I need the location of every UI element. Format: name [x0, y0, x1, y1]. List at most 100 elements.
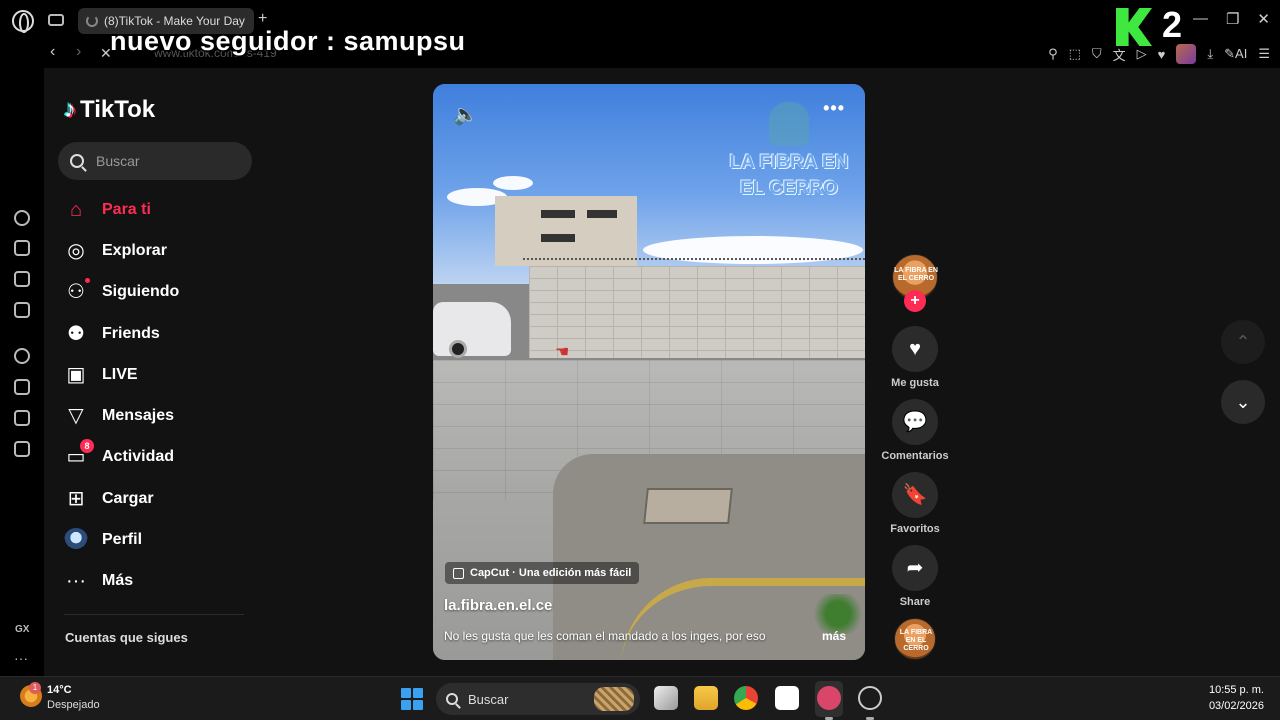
music-disc-avatar[interactable]: LA FIBRA EN EL CERRO	[894, 618, 936, 660]
tab-islands-icon[interactable]	[48, 14, 64, 26]
live-icon: ▣	[66, 364, 86, 386]
nav-item-mensajes[interactable]: ▽ Mensajes	[64, 401, 174, 431]
scroll-down-button[interactable]: ⌄	[1221, 380, 1265, 424]
bookmark-icon: 🔖	[902, 484, 928, 506]
opera-sidebar: GX ···	[0, 68, 44, 676]
nav-item-cargar[interactable]: ⊞ Cargar	[64, 484, 154, 514]
start-button[interactable]	[401, 688, 423, 710]
nav-item-explorar[interactable]: ◎ Explorar	[64, 236, 167, 266]
sidebar-more-button[interactable]: ···	[14, 650, 28, 666]
app-icon[interactable]	[858, 686, 882, 710]
following-icon: ⚇	[64, 278, 90, 304]
activity-icon: ▭ 8	[64, 439, 94, 469]
music-disc-text: LA FIBRA EN EL CERRO	[899, 629, 933, 652]
sidebar-app-icon[interactable]	[14, 210, 30, 226]
shield-icon[interactable]: ⛉	[1092, 46, 1102, 62]
search-highlight-icon	[594, 687, 634, 711]
video-caption: No les gusta que les coman el mandado a …	[444, 629, 766, 643]
scroll-up-button[interactable]: ⌃	[1221, 320, 1265, 364]
nav-label: Mensajes	[102, 407, 175, 424]
comments-button[interactable]: 💬	[892, 399, 938, 445]
send-icon[interactable]: ▷	[1137, 46, 1147, 62]
nav-label: Perfil	[102, 531, 143, 548]
tiktok-note-icon: ♪	[64, 96, 76, 123]
weather-badge: 1	[29, 682, 41, 694]
cloud	[493, 176, 533, 190]
profile-avatar-wrap	[64, 528, 88, 552]
nav-item-live[interactable]: ▣ LIVE	[64, 360, 138, 390]
taskbar-search[interactable]: Buscar	[436, 683, 640, 715]
profile-avatar[interactable]	[1176, 44, 1197, 64]
windows-taskbar: 1 14°C Despejado Buscar 10:55 p. m. 03/0…	[0, 676, 1280, 720]
search-icon	[70, 154, 84, 168]
tiktok-page: ♪ TikTok Buscar ⌂ Para ti ◎ Explorar ⚇ S…	[44, 68, 1280, 676]
opera-gx-icon[interactable]	[817, 686, 841, 710]
nav-item-actividad[interactable]: ▭ 8 Actividad	[64, 439, 174, 472]
back-button[interactable]: ‹	[50, 43, 55, 61]
share-button[interactable]: ➦	[892, 545, 938, 591]
nav-label: Siguiendo	[102, 283, 180, 300]
file-explorer-icon[interactable]	[694, 686, 718, 710]
clock-date[interactable]: 03/02/2026	[1209, 700, 1264, 712]
favorites-button[interactable]: 🔖	[892, 472, 938, 518]
follow-button[interactable]: +	[904, 290, 926, 312]
start-tile	[401, 688, 411, 698]
snapshot-icon[interactable]: ⬚	[1069, 46, 1081, 62]
minimize-button[interactable]: —	[1193, 10, 1208, 28]
video-car	[433, 302, 511, 358]
opera-logo-icon[interactable]	[12, 10, 34, 33]
capcut-anchor[interactable]: CapCut · Una edición más fácil	[445, 562, 640, 584]
nav-item-friends[interactable]: ⚉ Friends	[64, 319, 160, 349]
building-window	[541, 234, 575, 242]
nav-item-siguiendo[interactable]: ⚇ Siguiendo	[64, 277, 179, 307]
sidebar-app-icon[interactable]	[14, 410, 30, 426]
caption-more-button[interactable]: más	[822, 629, 846, 643]
messages-icon: ▽	[68, 405, 84, 427]
download-icon[interactable]: ⤓	[1207, 46, 1213, 62]
gx-button[interactable]: GX	[15, 624, 29, 635]
task-view-icon[interactable]	[654, 686, 678, 710]
video-fence	[523, 258, 865, 266]
translate-icon[interactable]: 文	[1113, 45, 1126, 64]
favorites-label: Favoritos	[890, 523, 940, 535]
sidebar-app-icon[interactable]	[14, 271, 30, 287]
sidebar-app-icon[interactable]	[14, 302, 30, 318]
chrome-icon[interactable]	[734, 686, 758, 710]
forward-button[interactable]: ›	[76, 43, 81, 61]
capcut-icon	[453, 567, 464, 579]
menu-icon[interactable]: ☰	[1258, 46, 1270, 62]
sidebar-app-icon[interactable]	[14, 441, 30, 457]
player-icon[interactable]	[14, 348, 30, 364]
heart-icon[interactable]: ♥	[1158, 47, 1166, 62]
car-wheel	[449, 340, 467, 358]
capcut-app-icon[interactable]	[775, 686, 799, 710]
hand-cursor-icon: ☚	[555, 344, 570, 361]
nav-item-perfil[interactable]: Perfil	[64, 525, 142, 555]
sidebar-app-icon[interactable]	[14, 379, 30, 395]
sidebar-app-icon[interactable]	[14, 240, 30, 256]
video-player[interactable]: ☚ LA FIBRA EN EL CERRO 🔈 ••• CapCut · Un…	[433, 84, 865, 660]
comments-label: Comentarios	[881, 450, 949, 462]
building-window	[587, 210, 617, 218]
nav-label: Cargar	[102, 490, 154, 507]
notification-dot	[85, 278, 90, 283]
pin-icon[interactable]: ⚲	[1048, 46, 1058, 62]
tiktok-logo[interactable]: ♪ TikTok	[64, 96, 155, 124]
nav-item-para-ti[interactable]: ⌂ Para ti	[64, 195, 151, 225]
weather-temp: 14°C	[47, 684, 72, 696]
stream-overlay-text: nuevo seguidor : samupsu	[110, 26, 466, 56]
like-button[interactable]: ♥	[892, 326, 938, 372]
nav-item-mas[interactable]: ··· Más	[64, 566, 133, 596]
close-window-button[interactable]: ✕	[1257, 10, 1270, 28]
overlay-number: 2	[1162, 4, 1183, 45]
ai-button[interactable]: ✎AI	[1224, 46, 1247, 62]
more-icon: ···	[66, 570, 86, 592]
share-label: Share	[899, 596, 931, 608]
search-input[interactable]: Buscar	[58, 142, 252, 180]
video-more-button[interactable]: •••	[823, 98, 845, 119]
volume-icon[interactable]: 🔈	[453, 102, 478, 127]
ai-label: AI	[1235, 46, 1248, 61]
clock-time[interactable]: 10:55 p. m.	[1209, 684, 1264, 696]
video-username[interactable]: la.fibra.en.el.ce	[444, 597, 552, 614]
restore-button[interactable]: ❐	[1226, 10, 1239, 28]
